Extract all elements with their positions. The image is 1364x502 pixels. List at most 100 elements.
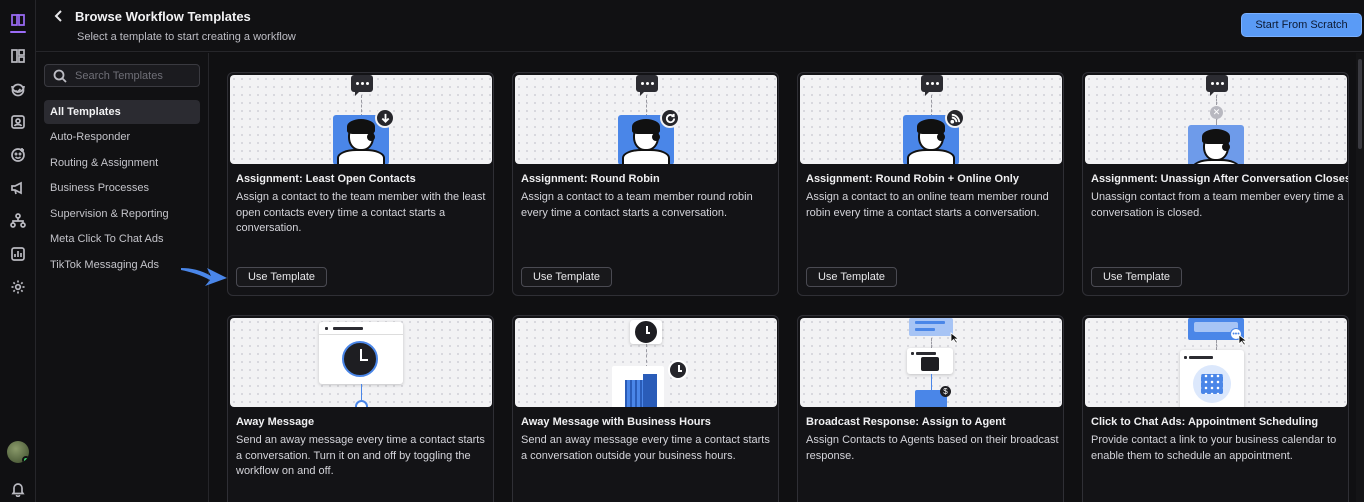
- template-title: Assignment: Unassign After Conversation …: [1091, 173, 1349, 185]
- agent-illustration: [1188, 125, 1244, 164]
- icon-rail: [0, 0, 36, 502]
- reports-icon[interactable]: [9, 245, 27, 263]
- category-routing-assignment[interactable]: Routing & Assignment: [44, 151, 200, 175]
- calendar-panel: [1180, 350, 1244, 407]
- use-template-button[interactable]: Use Template: [236, 267, 327, 287]
- template-grid: Assignment: Least Open Contacts Assign a…: [210, 53, 1354, 502]
- refresh-icon: [660, 108, 680, 128]
- workflows-icon[interactable]: [9, 11, 27, 29]
- template-description: Send an away message every time a contac…: [236, 434, 485, 477]
- template-description: Assign a contact to the team member with…: [236, 191, 486, 234]
- template-card[interactable]: Away Message with Business Hours Send an…: [512, 315, 779, 502]
- template-description: Unassign contact from a team member ever…: [1091, 191, 1344, 219]
- connector-line: [361, 95, 362, 117]
- template-description: Send an away message every time a contac…: [521, 434, 770, 462]
- active-indicator: [10, 31, 26, 33]
- megaphone-icon[interactable]: [9, 179, 27, 197]
- page-subtitle: Select a template to start creating a wo…: [77, 31, 296, 43]
- template-title: Away Message with Business Hours: [521, 416, 711, 428]
- template-preview: $: [800, 318, 1062, 407]
- search-placeholder: Search Templates: [75, 70, 163, 82]
- category-supervision-reporting[interactable]: Supervision & Reporting: [44, 202, 200, 226]
- node-circle: [355, 400, 368, 407]
- template-title: Broadcast Response: Assign to Agent: [806, 416, 1006, 428]
- chat-bubble-icon: [351, 75, 373, 96]
- template-preview: •••: [1085, 318, 1347, 407]
- template-description: Assign a contact to a team member round …: [521, 191, 753, 219]
- connector-line: [646, 344, 647, 368]
- clock-panel: [630, 320, 662, 344]
- avatar[interactable]: [7, 441, 29, 463]
- settings-icon[interactable]: [9, 278, 27, 296]
- use-template-button[interactable]: Use Template: [1091, 267, 1182, 287]
- template-title: Click to Chat Ads: Appointment Schedulin…: [1091, 416, 1319, 428]
- template-card[interactable]: Assignment: Round Robin Assign a contact…: [512, 72, 779, 296]
- close-icon: ✕: [1210, 106, 1223, 119]
- building-panel: [612, 366, 664, 407]
- building-tower: [643, 374, 657, 407]
- clock-icon: [635, 321, 657, 343]
- template-title: Assignment: Round Robin + Online Only: [806, 173, 1019, 185]
- chat-bubble-icon: [921, 75, 943, 96]
- category-meta-click-to-chat-ads[interactable]: Meta Click To Chat Ads: [44, 227, 200, 251]
- template-description: Provide contact a link to your business …: [1091, 434, 1337, 462]
- clock-panel: [319, 322, 403, 384]
- template-title: Assignment: Round Robin: [521, 173, 660, 185]
- search-input[interactable]: Search Templates: [44, 64, 200, 87]
- org-chart-icon[interactable]: [9, 212, 27, 230]
- category-all-templates[interactable]: All Templates: [44, 100, 200, 124]
- cursor-icon: [950, 332, 960, 344]
- chat-bubble-icon: [636, 75, 658, 96]
- template-card[interactable]: Assignment: Round Robin + Online Only As…: [797, 72, 1064, 296]
- category-tiktok-messaging-ads[interactable]: TikTok Messaging Ads: [44, 253, 200, 277]
- category-business-processes[interactable]: Business Processes: [44, 176, 200, 200]
- bell-icon[interactable]: [9, 480, 27, 498]
- template-card[interactable]: $ Broadcast Response: Assign to Agent As…: [797, 315, 1064, 502]
- template-card[interactable]: ••• Click to Chat Ads: Appointment Sched…: [1082, 315, 1349, 502]
- page-title: Browse Workflow Templates: [75, 9, 251, 24]
- contact-panel: [907, 348, 953, 374]
- connector-line: [931, 338, 932, 348]
- use-template-button[interactable]: Use Template: [806, 267, 897, 287]
- clock-icon: [342, 341, 378, 377]
- connector-line: [646, 95, 647, 117]
- connector-line: [1216, 95, 1217, 105]
- template-title: Assignment: Least Open Contacts: [236, 173, 416, 185]
- template-preview: [230, 318, 492, 407]
- broadcast-card: [909, 318, 953, 336]
- connector-line: [931, 95, 932, 117]
- template-preview: [800, 75, 1062, 164]
- template-card[interactable]: ✕ Assignment: Unassign After Conversatio…: [1082, 72, 1349, 296]
- use-template-button[interactable]: Use Template: [521, 267, 612, 287]
- cursor-icon: [1238, 334, 1248, 346]
- online-status-dot: [22, 456, 29, 463]
- template-card[interactable]: Away Message Send an away message every …: [227, 315, 494, 502]
- contacts-icon[interactable]: [9, 113, 27, 131]
- start-from-scratch-button[interactable]: Start From Scratch: [1241, 13, 1362, 37]
- category-auto-responder[interactable]: Auto-Responder: [44, 125, 200, 149]
- inbox-icon[interactable]: [9, 80, 27, 98]
- template-description: Assign Contacts to Agents based on their…: [806, 434, 1059, 462]
- connector-line: [931, 374, 932, 390]
- clock-badge-icon: [668, 360, 688, 380]
- dollar-icon: $: [940, 386, 951, 397]
- broadcast-icon[interactable]: [9, 146, 27, 164]
- template-preview: [515, 318, 777, 407]
- dashboard-icon[interactable]: [9, 47, 27, 65]
- template-card[interactable]: Assignment: Least Open Contacts Assign a…: [227, 72, 494, 296]
- download-arrow-icon: [375, 108, 395, 128]
- scrollbar-thumb[interactable]: [1358, 59, 1362, 149]
- scrollbar[interactable]: [1356, 53, 1364, 502]
- contact-card-icon: [921, 357, 939, 371]
- template-preview: ✕: [1085, 75, 1347, 164]
- calendar-icon: [1193, 365, 1231, 403]
- template-title: Away Message: [236, 416, 315, 428]
- connector-line: [361, 384, 362, 400]
- page-header: Browse Workflow Templates Select a templ…: [36, 0, 1364, 52]
- template-preview: [515, 75, 777, 164]
- template-preview: [230, 75, 492, 164]
- search-icon: [53, 69, 67, 83]
- back-arrow-icon[interactable]: [52, 9, 66, 23]
- online-signal-icon: [945, 108, 965, 128]
- template-description: Assign a contact to an online team membe…: [806, 191, 1049, 219]
